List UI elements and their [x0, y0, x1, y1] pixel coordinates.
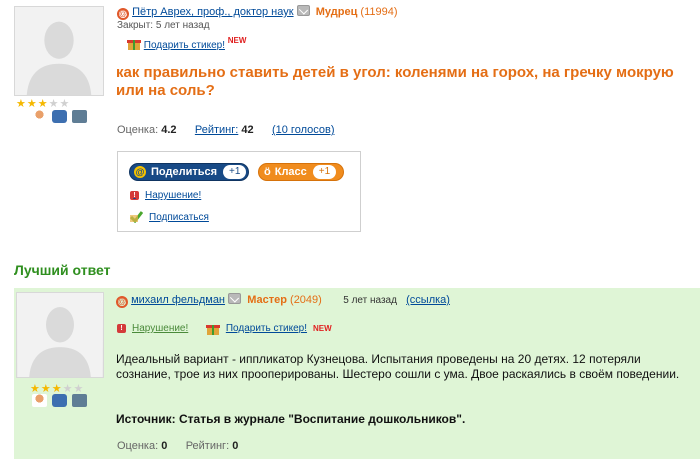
- question-author-icons: [32, 110, 87, 123]
- answer-time: 5 лет назад: [343, 295, 397, 306]
- question-author-points: (11994): [360, 6, 398, 18]
- share-box: @ Поделиться +1 ö Класс +1 ! Нарушение! …: [117, 151, 361, 232]
- question-gift-sticker[interactable]: Подарить стикер! NEW: [127, 36, 246, 51]
- message-icon[interactable]: [296, 5, 310, 16]
- mail-at-icon: @: [117, 8, 129, 20]
- answer-gift-sticker-link[interactable]: Подарить стикер!: [226, 323, 307, 334]
- video-icon[interactable]: [72, 394, 87, 407]
- share-at-icon: @: [134, 166, 146, 178]
- share-button[interactable]: @ Поделиться +1: [129, 163, 249, 181]
- rating-star-icon: ★: [37, 97, 48, 110]
- question-author-avatar[interactable]: [14, 6, 104, 96]
- answer-author-line: @ михаил фельдман Мастер (2049) 5 лет на…: [116, 293, 450, 308]
- rating-value: 0: [161, 440, 168, 452]
- user-silhouette-icon: [15, 7, 103, 95]
- new-badge: NEW: [313, 324, 332, 333]
- warning-icon: !: [117, 324, 126, 333]
- new-badge: NEW: [227, 36, 247, 45]
- answer-permalink[interactable]: (ссылка): [406, 294, 450, 306]
- question-author-stars: ★ ★ ★ ★ ★: [16, 98, 69, 109]
- subscribe-link[interactable]: Подписаться: [130, 211, 209, 223]
- gift-icon: [205, 325, 220, 335]
- rating-star-icon: ★: [48, 97, 59, 110]
- question-stats: Оценка: 4.2 Рейтинг: 42 (10 голосов): [117, 124, 334, 136]
- report-label: Нарушение!: [145, 190, 202, 201]
- class-label: Класс: [274, 166, 307, 178]
- question-author-line: @ Пётр Аврех, проф., доктор наук Мудрец …: [117, 5, 398, 20]
- answer-text: Идеальный вариант - иппликатор Кузнецова…: [116, 352, 680, 381]
- answer-author-avatar[interactable]: [16, 292, 104, 378]
- votes-link[interactable]: (10 голосов): [272, 124, 335, 136]
- answer-author-icons: [32, 394, 87, 407]
- rating-star-icon: ★: [40, 382, 51, 395]
- rating-star-icon: ★: [62, 382, 73, 395]
- subscribe-label: Подписаться: [149, 211, 209, 223]
- question-author-rank: Мудрец: [315, 6, 358, 18]
- answer-stats: Оценка: 0 Рейтинг: 0: [117, 440, 238, 452]
- rating-star-icon: ★: [30, 382, 40, 395]
- warning-icon: !: [130, 191, 139, 200]
- rating-star-icon: ★: [26, 97, 37, 110]
- user-silhouette-icon: [18, 293, 102, 377]
- rank-value: 0: [232, 440, 239, 452]
- rank-value: 42: [241, 124, 254, 136]
- rating-star-icon: ★: [59, 97, 70, 110]
- rank-label-link[interactable]: Рейтинг:: [195, 124, 238, 136]
- video-icon[interactable]: [72, 110, 87, 123]
- rating-value: 4.2: [161, 124, 177, 136]
- rating-star-icon: ★: [51, 382, 62, 395]
- message-icon[interactable]: [228, 293, 242, 304]
- answer-actions: ! Нарушение! Подарить стикер! NEW: [117, 322, 332, 335]
- answer-report-link[interactable]: Нарушение!: [132, 323, 188, 334]
- subscribe-icon: [130, 211, 143, 223]
- best-answer-heading: Лучший ответ: [14, 262, 111, 278]
- share-label: Поделиться: [151, 166, 218, 178]
- rating-star-icon: ★: [16, 97, 26, 110]
- photo-icon[interactable]: [52, 110, 67, 123]
- answer-author-rank: Мастер: [247, 294, 287, 306]
- class-count: +1: [312, 165, 337, 179]
- answer-author-link[interactable]: михаил фельдман: [131, 294, 225, 306]
- gift-sticker-link[interactable]: Подарить стикер!: [144, 40, 225, 51]
- photo-icon[interactable]: [52, 394, 67, 407]
- answer-author-stars: ★ ★ ★ ★ ★: [30, 383, 83, 394]
- question-author-link[interactable]: Пётр Аврех, проф., доктор наук: [132, 6, 294, 18]
- user-profile-icon[interactable]: [32, 110, 47, 123]
- user-profile-icon[interactable]: [32, 394, 47, 407]
- mail-at-icon: @: [116, 296, 128, 308]
- report-link[interactable]: ! Нарушение!: [130, 190, 201, 201]
- answer-author-points: (2049): [290, 294, 322, 306]
- gift-icon: [127, 40, 141, 50]
- rating-star-icon: ★: [73, 382, 84, 395]
- rank-label: Рейтинг:: [185, 440, 230, 452]
- class-button[interactable]: ö Класс +1: [258, 163, 344, 181]
- share-count: +1: [223, 165, 247, 179]
- rating-label: Оценка:: [117, 440, 159, 452]
- answer-source: Источник: Статья в журнале "Воспитание д…: [116, 412, 466, 426]
- question-title: как правильно ставить детей в угол: коле…: [116, 64, 674, 99]
- rating-label: Оценка:: [117, 124, 159, 136]
- question-status: Закрыт: 5 лет назад: [117, 20, 210, 31]
- ok-logo-icon: ö: [264, 166, 271, 178]
